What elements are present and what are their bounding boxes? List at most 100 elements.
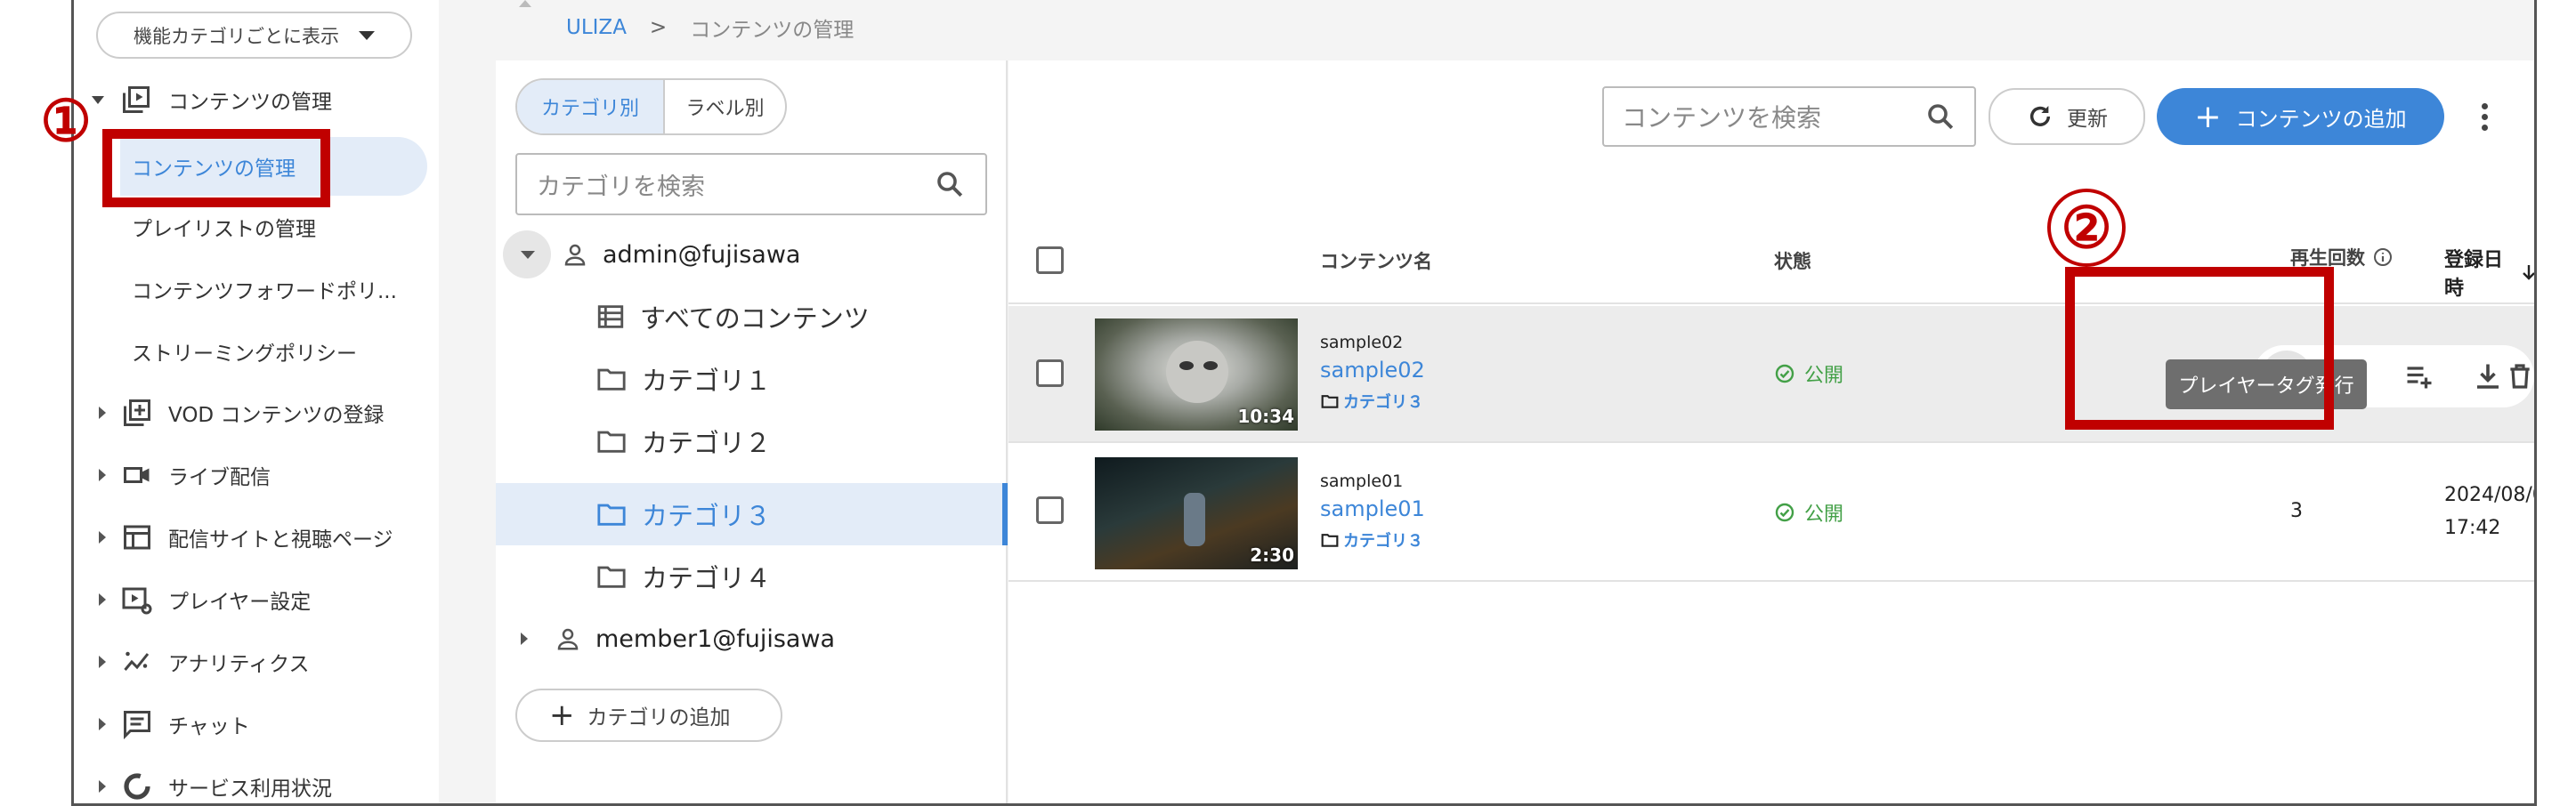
display-mode-select[interactable]: 機能カテゴリごとに表示 bbox=[96, 12, 412, 59]
tree-user-member1[interactable]: member1@fujisawa bbox=[521, 619, 835, 658]
sidebar-group-player-settings[interactable]: プレイヤー設定 bbox=[99, 580, 311, 619]
registered-date: 2024/08/08 bbox=[2444, 484, 2534, 506]
caret-down-icon bbox=[359, 30, 375, 40]
sidebar-item-label: VOD コンテンツの登録 bbox=[168, 404, 385, 427]
refresh-label: 更新 bbox=[2067, 108, 2108, 131]
sidebar-item-label: コンテンツの管理 bbox=[168, 91, 332, 114]
tree-item-label: admin@fujisawa bbox=[603, 240, 801, 269]
add-content-button[interactable]: + コンテンツの追加 bbox=[2157, 88, 2444, 145]
breadcrumb-root-link[interactable]: ULIZA bbox=[566, 16, 627, 39]
expand-arrow-icon bbox=[99, 469, 106, 481]
annotation-box-2 bbox=[2065, 267, 2334, 430]
sidebar-group-analytics[interactable]: アナリティクス bbox=[99, 642, 309, 681]
sidebar-item-label: プレイヤー設定 bbox=[168, 591, 312, 614]
select-all-checkbox[interactable] bbox=[1036, 246, 1064, 274]
tree-item-category-1[interactable]: カテゴリ１ bbox=[595, 359, 771, 399]
header-name[interactable]: コンテンツ名 bbox=[1320, 247, 1432, 274]
video-library-icon bbox=[120, 84, 152, 116]
content-search-placeholder: コンテンツを検索 bbox=[1622, 103, 1822, 133]
header-status[interactable]: 状態 bbox=[1774, 247, 1811, 274]
display-mode-label: 機能カテゴリごとに表示 bbox=[134, 25, 339, 47]
sidebar-item-label: ストリーミングポリシー bbox=[132, 343, 357, 366]
person-icon bbox=[562, 241, 588, 268]
scrollbar-up-arrow[interactable] bbox=[519, 0, 531, 7]
expand-arrow-icon bbox=[521, 633, 528, 645]
content-id: sample02 bbox=[1320, 333, 1404, 352]
player-settings-icon bbox=[121, 584, 153, 616]
sidebar-item-playlist[interactable]: プレイリストの管理 bbox=[132, 207, 316, 246]
content-title-link[interactable]: sample01 bbox=[1320, 496, 1425, 521]
row-checkbox[interactable] bbox=[1036, 496, 1064, 524]
sidebar-item-label: プレイリストの管理 bbox=[132, 218, 316, 241]
thumbnail[interactable]: 10:34 bbox=[1095, 318, 1298, 431]
tree-item-label: member1@fujisawa bbox=[595, 625, 836, 653]
category-label: カテゴリ３ bbox=[1343, 393, 1423, 412]
folder-icon bbox=[1320, 531, 1340, 549]
category-label: カテゴリ３ bbox=[1343, 532, 1423, 551]
tree-item-label: カテゴリ１ bbox=[642, 366, 772, 396]
duration-badge: 10:34 bbox=[1237, 406, 1294, 427]
sidebar-group-vod-register[interactable]: VOD コンテンツの登録 bbox=[99, 393, 384, 432]
sidebar-group-live[interactable]: ライブ配信 bbox=[99, 455, 271, 495]
category-search-input[interactable]: カテゴリを検索 bbox=[515, 153, 987, 215]
content-panel: コンテンツを検索 更新 + コンテンツの追加 コンテンツ名 状態 再生回数 登録… bbox=[1009, 60, 2534, 803]
person-icon bbox=[555, 625, 581, 652]
tree-user-admin[interactable]: admin@fujisawa bbox=[562, 235, 800, 274]
folder-icon bbox=[1320, 392, 1340, 410]
content-category[interactable]: カテゴリ３ bbox=[1320, 528, 1423, 552]
sidebar-group-content-management[interactable]: コンテンツの管理 bbox=[92, 80, 332, 119]
row-checkbox[interactable] bbox=[1036, 359, 1064, 387]
thumbnail-eye bbox=[1179, 361, 1194, 370]
tree-item-all-contents[interactable]: すべてのコンテンツ bbox=[595, 297, 870, 336]
breadcrumb-current: コンテンツの管理 bbox=[690, 19, 855, 42]
tree-item-category-4[interactable]: カテゴリ４ bbox=[595, 557, 771, 596]
status-badge: 公開 bbox=[1774, 498, 1843, 527]
playlist-add-icon[interactable] bbox=[2400, 357, 2439, 396]
tree-item-label: カテゴリ４ bbox=[642, 563, 772, 593]
analytics-icon bbox=[121, 646, 153, 678]
folder-icon bbox=[595, 561, 628, 592]
delete-icon[interactable] bbox=[2500, 357, 2534, 396]
thumbnail[interactable]: 2:30 bbox=[1095, 457, 1298, 569]
more-vert-icon[interactable] bbox=[2479, 103, 2490, 132]
header-registered[interactable]: 登録日時 bbox=[2444, 244, 2534, 301]
tab-label-view[interactable]: ラベル別 bbox=[663, 80, 785, 133]
search-icon bbox=[1924, 101, 1956, 133]
play-count: 3 bbox=[2290, 500, 2303, 522]
expand-arrow-icon bbox=[99, 407, 106, 419]
content-category[interactable]: カテゴリ３ bbox=[1320, 390, 1423, 413]
sidebar-item-streaming-policy[interactable]: ストリーミングポリシー bbox=[132, 332, 357, 371]
tab-category[interactable]: カテゴリ別 bbox=[517, 80, 663, 133]
check-circle-icon bbox=[1774, 502, 1795, 523]
category-search-placeholder: カテゴリを検索 bbox=[537, 173, 705, 201]
registered-time: 17:42 bbox=[2444, 517, 2501, 539]
content-id: sample01 bbox=[1320, 472, 1404, 491]
add-category-button[interactable]: + カテゴリの追加 bbox=[515, 689, 782, 742]
chat-icon bbox=[121, 708, 153, 740]
list-icon bbox=[595, 302, 626, 332]
plus-icon: + bbox=[549, 697, 575, 733]
expand-arrow-icon bbox=[99, 718, 106, 730]
content-title-link[interactable]: sample02 bbox=[1320, 358, 1425, 383]
annotation-marker-1: ① bbox=[40, 87, 92, 155]
tree-item-category-2[interactable]: カテゴリ２ bbox=[595, 422, 771, 461]
status-badge: 公開 bbox=[1774, 359, 1843, 388]
sidebar: 機能カテゴリごとに表示 コンテンツの管理 コンテンツの管理 プレイリストの管理 … bbox=[74, 0, 439, 803]
tab-label: カテゴリ別 bbox=[540, 98, 639, 120]
sidebar-group-chat[interactable]: チャット bbox=[99, 705, 250, 744]
content-search-input[interactable]: コンテンツを検索 bbox=[1602, 86, 1976, 147]
sidebar-group-service-usage[interactable]: サービス利用状況 bbox=[99, 767, 332, 803]
info-icon bbox=[2372, 246, 2394, 268]
sidebar-item-label: 配信サイトと視聴ページ bbox=[168, 528, 393, 552]
tree-item-category-3: カテゴリ３ bbox=[595, 495, 771, 534]
sidebar-group-delivery-site[interactable]: 配信サイトと視聴ページ bbox=[99, 518, 393, 557]
folder-icon bbox=[595, 364, 628, 394]
table-row[interactable]: 2:30 sample01 sample01 カテゴリ３ 公開 3 2024/0… bbox=[1009, 445, 2534, 582]
refresh-button[interactable]: 更新 bbox=[1989, 88, 2145, 145]
thumbnail-face bbox=[1166, 341, 1228, 403]
tree-item-label: カテゴリ２ bbox=[642, 428, 772, 458]
sidebar-item-content-forward-policy[interactable]: コンテンツフォワードポリ... bbox=[132, 270, 397, 309]
sidebar-item-label: サービス利用状況 bbox=[168, 778, 332, 801]
sidebar-item-label: コンテンツフォワードポリ... bbox=[132, 280, 397, 303]
status-label: 公開 bbox=[1804, 365, 1844, 387]
